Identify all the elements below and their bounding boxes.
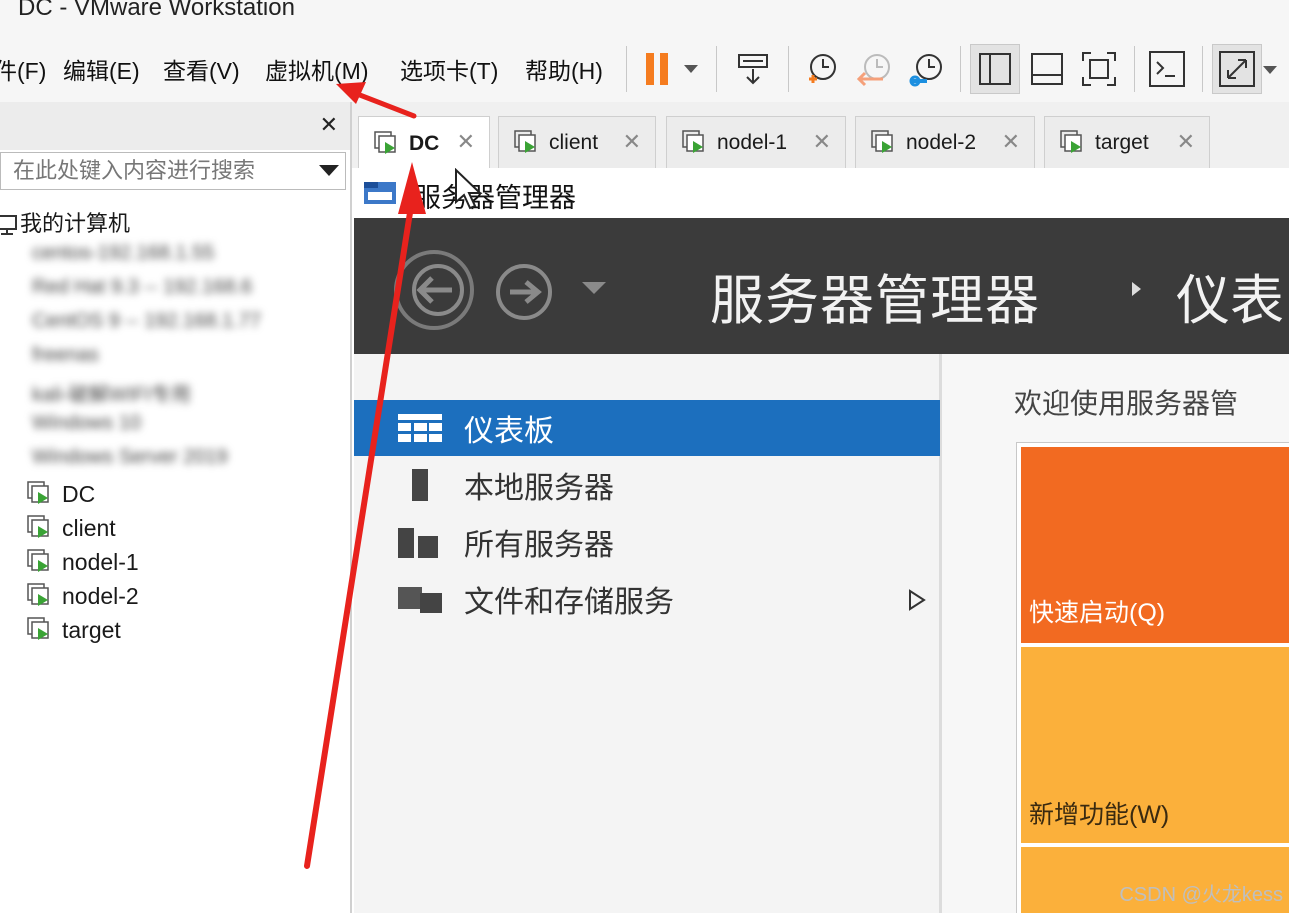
arrow-head-icon — [398, 162, 426, 214]
watermark: CSDN @火龙kess — [1119, 884, 1283, 906]
annotation-arrows — [304, 82, 426, 869]
